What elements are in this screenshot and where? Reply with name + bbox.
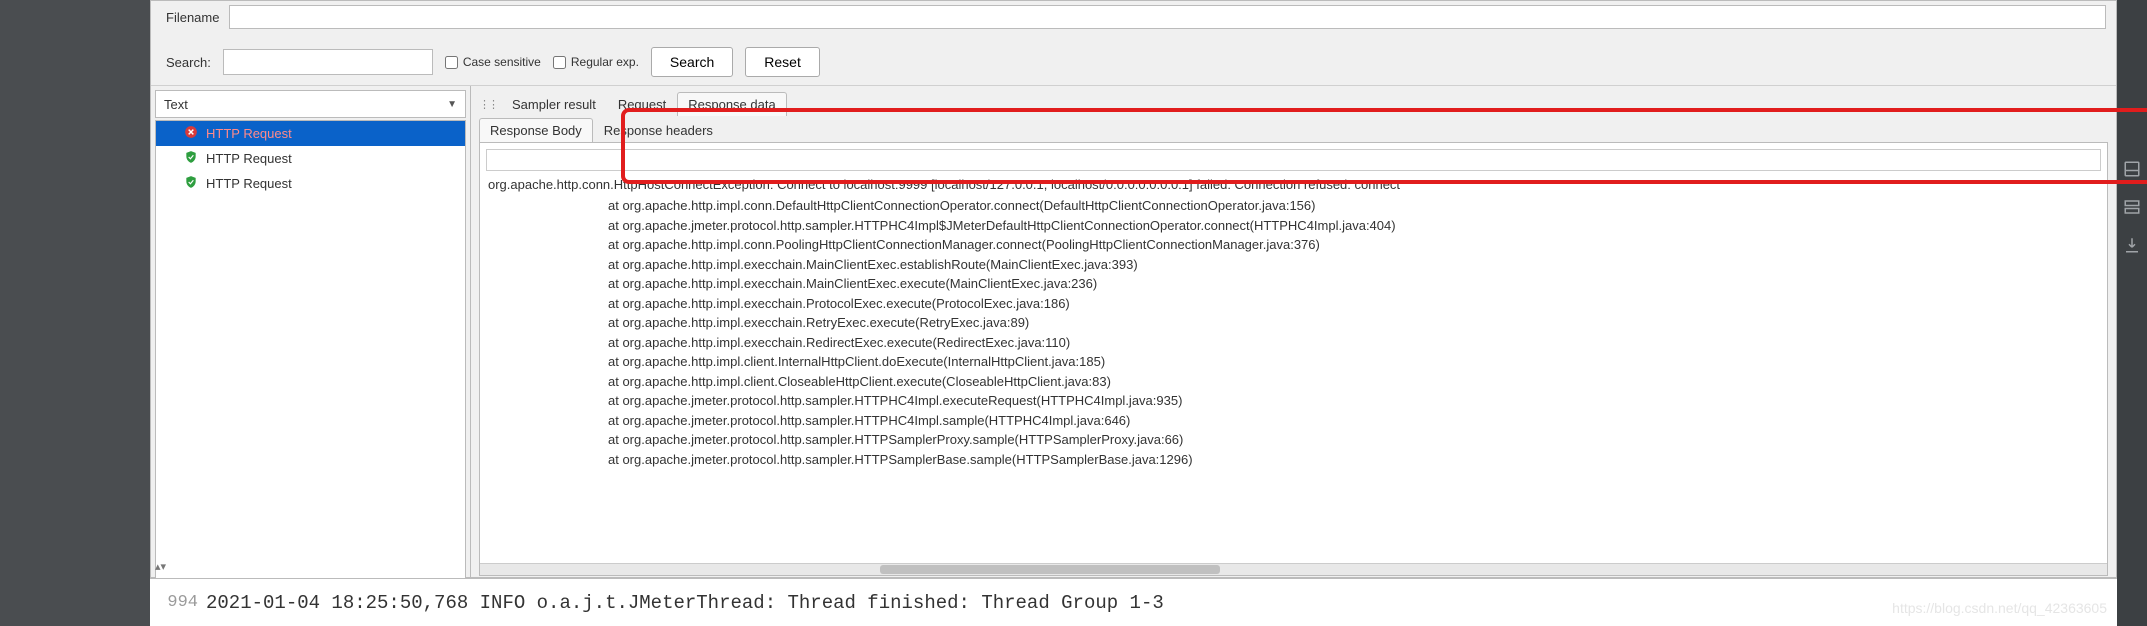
search-button[interactable]: Search xyxy=(651,47,733,77)
stack-line: at org.apache.http.impl.conn.DefaultHttp… xyxy=(488,196,2099,216)
tree-item[interactable]: HTTP Request xyxy=(156,121,465,146)
search-input[interactable] xyxy=(223,49,433,75)
success-shield-icon xyxy=(184,175,198,192)
subtab-response-body[interactable]: Response Body xyxy=(479,118,593,142)
render-dropdown-value: Text xyxy=(164,97,188,112)
exception-line: org.apache.http.conn.HttpHostConnectExce… xyxy=(488,177,2099,196)
filename-row: Filename xyxy=(151,1,2116,39)
tree-item-label: HTTP Request xyxy=(206,151,292,166)
watermark-text: https://blog.csdn.net/qq_42363605 xyxy=(1892,600,2107,616)
stack-line: at org.apache.http.impl.conn.PoolingHttp… xyxy=(488,235,2099,255)
response-text[interactable]: org.apache.http.conn.HttpHostConnectExce… xyxy=(480,177,2107,477)
tree-item-label: HTTP Request xyxy=(206,176,292,191)
search-label: Search: xyxy=(161,55,211,70)
stack-line: at org.apache.jmeter.protocol.http.sampl… xyxy=(488,216,2099,236)
console-line-number: 994 xyxy=(158,593,206,612)
render-dropdown[interactable]: Text ▼ xyxy=(155,90,466,118)
subtab-response-headers[interactable]: Response headers xyxy=(593,118,724,142)
grip-icon: ⋮⋮ xyxy=(479,98,501,111)
stack-trace: at org.apache.http.impl.conn.DefaultHttp… xyxy=(488,196,2099,469)
console-text: 2021-01-04 18:25:50,768 INFO o.a.j.t.JMe… xyxy=(206,592,1164,614)
stack-line: at org.apache.http.impl.client.Closeable… xyxy=(488,372,2099,392)
regex-label: Regular exp. xyxy=(571,55,639,69)
panel-icon[interactable] xyxy=(2123,160,2141,178)
stack-line: at org.apache.http.impl.client.InternalH… xyxy=(488,352,2099,372)
error-icon xyxy=(184,125,198,142)
main-tabs: ⋮⋮ Sampler result Request Response data xyxy=(471,86,2116,116)
filename-input[interactable] xyxy=(229,5,2106,29)
stack-line: at org.apache.jmeter.protocol.http.sampl… xyxy=(488,411,2099,431)
right-toolbar xyxy=(2117,0,2147,626)
stack-line: at org.apache.http.impl.execchain.MainCl… xyxy=(488,255,2099,275)
response-area: org.apache.http.conn.HttpHostConnectExce… xyxy=(479,142,2108,576)
case-sensitive-label: Case sensitive xyxy=(463,55,541,69)
chevron-down-icon: ▼ xyxy=(447,99,457,110)
tree-item[interactable]: HTTP Request xyxy=(156,146,465,171)
results-tree-panel: Text ▼ HTTP RequestHTTP RequestHTTP Requ… xyxy=(151,86,471,584)
reset-button[interactable]: Reset xyxy=(745,47,820,77)
sub-tabs: Response Body Response headers xyxy=(471,116,2116,142)
dark-left-gutter xyxy=(0,0,150,626)
stack-line: at org.apache.jmeter.protocol.http.sampl… xyxy=(488,391,2099,411)
tree-expand-icon[interactable]: ▴▾ xyxy=(155,560,166,573)
response-find-input[interactable] xyxy=(486,149,2101,171)
tree-item-label: HTTP Request xyxy=(206,126,292,141)
tree-item[interactable]: HTTP Request xyxy=(156,171,465,196)
tab-request[interactable]: Request xyxy=(607,92,677,116)
scrollbar-thumb[interactable] xyxy=(880,565,1220,574)
detail-panel: ⋮⋮ Sampler result Request Response data … xyxy=(471,86,2116,584)
stack-line: at org.apache.http.impl.execchain.Protoc… xyxy=(488,294,2099,314)
stack-line: at org.apache.http.impl.execchain.MainCl… xyxy=(488,274,2099,294)
regex-input[interactable] xyxy=(553,56,566,69)
filename-label: Filename xyxy=(161,10,219,25)
stack-line: at org.apache.http.impl.execchain.Redire… xyxy=(488,333,2099,353)
stack-line: at org.apache.jmeter.protocol.http.sampl… xyxy=(488,450,2099,470)
download-icon[interactable] xyxy=(2123,236,2141,254)
splitter-row: Text ▼ HTTP RequestHTTP RequestHTTP Requ… xyxy=(151,86,2116,584)
layers-icon[interactable] xyxy=(2123,198,2141,216)
stack-line: at org.apache.jmeter.protocol.http.sampl… xyxy=(488,430,2099,450)
horizontal-scrollbar[interactable] xyxy=(480,563,2107,575)
tab-sampler-result[interactable]: Sampler result xyxy=(501,92,607,116)
stack-line: at org.apache.http.impl.execchain.RetryE… xyxy=(488,313,2099,333)
case-sensitive-input[interactable] xyxy=(445,56,458,69)
success-shield-icon xyxy=(184,150,198,167)
search-row: Search: Case sensitive Regular exp. Sear… xyxy=(151,39,2116,86)
case-sensitive-checkbox[interactable]: Case sensitive xyxy=(445,55,541,69)
main-panel: Filename Search: Case sensitive Regular … xyxy=(150,0,2117,578)
regex-checkbox[interactable]: Regular exp. xyxy=(553,55,639,69)
results-tree[interactable]: HTTP Request HTTP Request HTTP Request xyxy=(155,120,466,580)
tab-response-data[interactable]: Response data xyxy=(677,92,786,116)
console-log-row: 994 2021-01-04 18:25:50,768 INFO o.a.j.t… xyxy=(150,578,2117,626)
